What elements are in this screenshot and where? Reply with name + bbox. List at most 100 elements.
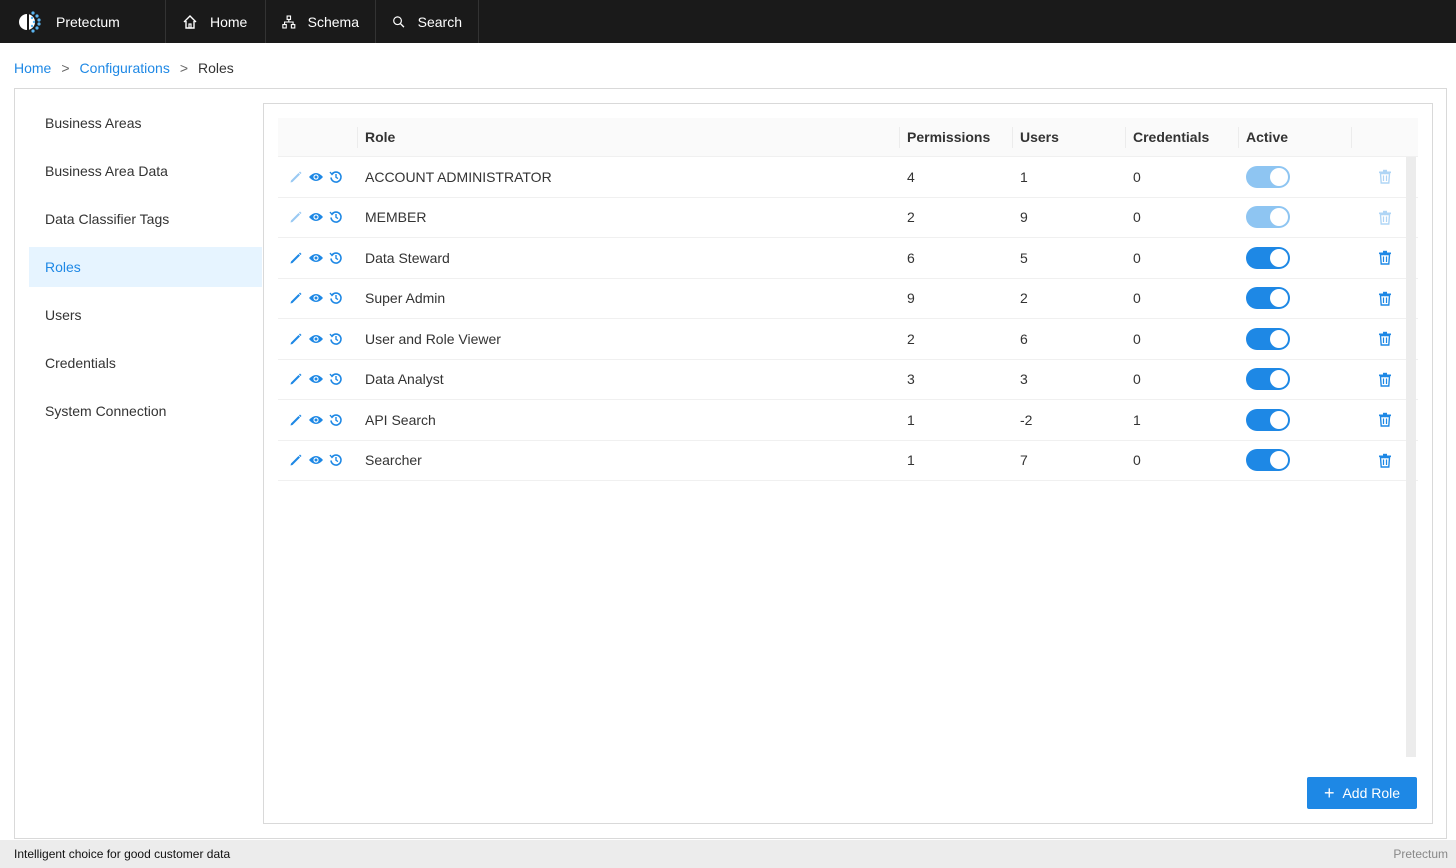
active-toggle[interactable] [1246,246,1290,269]
app-name: Pretectum [56,13,120,30]
view-icon[interactable] [306,207,326,227]
active-toggle[interactable] [1246,368,1290,391]
sidebar-item-label: System Connection [45,403,167,419]
sidebar-item-roles[interactable]: Roles [29,247,262,287]
cell-permissions: 3 [907,371,915,388]
top-navbar: Pretectum Home Schema Search [0,0,1456,43]
delete-icon[interactable] [1378,291,1392,306]
column-permissions: Permissions [899,118,1012,156]
cell-role: Super Admin [365,290,446,307]
row-actions [278,319,357,359]
sidebar-item-business-area-data[interactable]: Business Area Data [29,151,262,191]
row-actions [278,157,357,197]
history-icon[interactable] [326,329,346,349]
table-row: API Search 1 -2 1 [278,400,1418,441]
nav-home[interactable]: Home [166,0,266,43]
cell-credentials: 0 [1133,249,1141,266]
breadcrumb: Home > Configurations > Roles [14,60,234,76]
table-body: ACCOUNT ADMINISTRATOR 4 1 0 MEMBER 2 9 0 Data St… [278,157,1418,481]
edit-icon[interactable] [286,248,306,268]
sidebar-item-credentials[interactable]: Credentials [29,343,262,383]
cell-credentials: 1 [1133,411,1141,428]
active-toggle[interactable] [1246,408,1290,431]
view-icon[interactable] [306,410,326,430]
cell-role: Data Analyst [365,371,444,388]
view-icon[interactable] [306,369,326,389]
view-icon[interactable] [306,288,326,308]
cell-permissions: 1 [907,411,915,428]
history-icon[interactable] [326,248,346,268]
cell-credentials: 0 [1133,371,1141,388]
nav-search[interactable]: Search [376,0,479,43]
delete-icon[interactable] [1378,412,1392,427]
cell-users: 2 [1020,290,1028,307]
column-active: Active [1238,118,1351,156]
table-scrollbar[interactable] [1406,157,1416,757]
sidebar-item-label: Users [45,307,82,323]
cell-credentials: 0 [1133,330,1141,347]
sidebar-item-business-areas[interactable]: Business Areas [29,103,262,143]
breadcrumb-current: Roles [198,60,234,76]
cell-users: 6 [1020,330,1028,347]
pretectum-logo-icon [19,10,41,33]
view-icon[interactable] [306,167,326,187]
view-icon[interactable] [306,329,326,349]
cell-active [1238,157,1351,197]
edit-icon[interactable] [286,167,306,187]
breadcrumb-configurations[interactable]: Configurations [80,60,170,76]
sidebar-item-label: Credentials [45,355,116,371]
cell-active [1238,279,1351,319]
schema-icon [282,14,296,29]
history-icon[interactable] [326,410,346,430]
view-icon[interactable] [306,248,326,268]
delete-icon[interactable] [1378,250,1392,265]
active-toggle[interactable] [1246,165,1290,188]
cell-role: Data Steward [365,249,450,266]
delete-icon[interactable] [1378,331,1392,346]
cell-users: 1 [1020,168,1028,185]
delete-icon[interactable] [1378,372,1392,387]
nav-schema[interactable]: Schema [266,0,376,43]
sidebar-item-users[interactable]: Users [29,295,262,335]
cell-users: 3 [1020,371,1028,388]
row-actions [278,360,357,400]
edit-icon[interactable] [286,329,306,349]
home-icon [183,14,197,29]
cell-users: 9 [1020,209,1028,226]
active-toggle[interactable] [1246,206,1290,229]
sidebar-item-system-connection[interactable]: System Connection [29,391,262,431]
history-icon[interactable] [326,207,346,227]
edit-icon[interactable] [286,369,306,389]
cell-role: MEMBER [365,209,427,226]
column-credentials: Credentials [1125,118,1238,156]
cell-permissions: 2 [907,209,915,226]
history-icon[interactable] [326,369,346,389]
active-toggle[interactable] [1246,287,1290,310]
breadcrumb-home[interactable]: Home [14,60,51,76]
row-actions [278,279,357,319]
footer: Intelligent choice for good customer dat… [0,840,1456,868]
edit-icon[interactable] [286,450,306,470]
delete-icon[interactable] [1378,453,1392,468]
configurations-sidebar: Business Areas Business Area Data Data C… [29,103,262,439]
add-role-button[interactable]: + Add Role [1307,777,1417,809]
history-icon[interactable] [326,450,346,470]
edit-icon[interactable] [286,410,306,430]
column-users: Users [1012,118,1125,156]
sidebar-item-data-classifier-tags[interactable]: Data Classifier Tags [29,199,262,239]
cell-active [1238,238,1351,278]
view-icon[interactable] [306,450,326,470]
delete-icon[interactable] [1378,210,1392,225]
history-icon[interactable] [326,167,346,187]
active-toggle[interactable] [1246,327,1290,350]
brand[interactable]: Pretectum [0,0,166,43]
search-icon [393,15,405,28]
cell-users: 7 [1020,452,1028,469]
edit-icon[interactable] [286,207,306,227]
active-toggle[interactable] [1246,449,1290,472]
history-icon[interactable] [326,288,346,308]
cell-permissions: 9 [907,290,915,307]
delete-icon[interactable] [1378,169,1392,184]
edit-icon[interactable] [286,288,306,308]
cell-credentials: 0 [1133,209,1141,226]
